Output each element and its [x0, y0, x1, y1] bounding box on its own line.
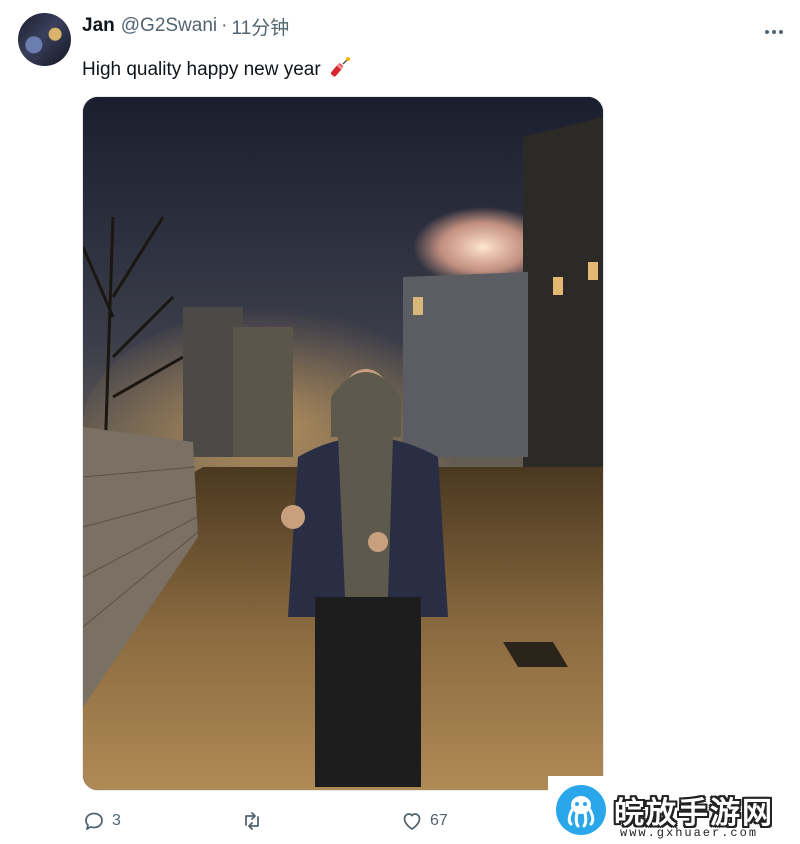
reply-button[interactable]: 3 [82, 806, 121, 836]
tweet-body: High quality happy new year [82, 59, 321, 80]
timestamp[interactable]: 11分钟 [231, 13, 289, 40]
watermark-url: www.gxhuaer.com [620, 826, 759, 840]
tweet-photo[interactable] [82, 96, 604, 791]
separator-dot: · [221, 15, 228, 36]
author-handle[interactable]: @G2Swani [121, 15, 217, 37]
octopus-logo-icon [556, 785, 606, 835]
retweet-icon [245, 812, 259, 830]
like-button[interactable]: 67 [400, 806, 448, 836]
firecracker-icon [330, 56, 352, 84]
reply-count: 3 [112, 812, 121, 829]
tweet-header: Jan @G2Swani · 11分钟 [82, 13, 289, 40]
tweet-text: High quality happy new year [82, 56, 352, 84]
author-name[interactable]: Jan [82, 15, 115, 37]
more-options-icon[interactable] [762, 22, 786, 42]
like-count: 67 [430, 812, 448, 829]
watermark: 皖放手游网 www.gxhuaer.com [548, 776, 800, 844]
retweet-button[interactable] [240, 806, 270, 836]
heart-icon [403, 813, 421, 830]
avatar[interactable] [18, 13, 71, 66]
reply-icon [85, 812, 103, 830]
